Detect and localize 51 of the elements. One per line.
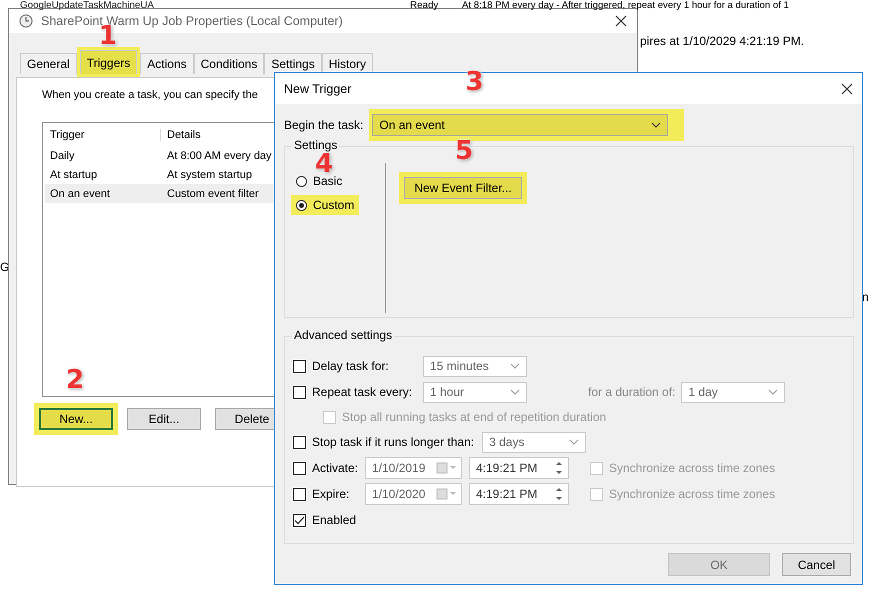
checkbox-option[interactable]: Repeat task every: xyxy=(293,385,423,399)
step-number: 2 xyxy=(66,367,84,393)
tab[interactable]: Triggers xyxy=(80,50,138,74)
dropdown[interactable]: 1 day xyxy=(681,382,786,402)
checkbox-option[interactable]: Activate: xyxy=(293,461,365,475)
dropdown[interactable]: 15 minutes xyxy=(423,356,527,376)
task-triggers: At 8:18 PM every day - After triggered, repeat every 1 hour for a duration of 1 xyxy=(462,0,789,11)
time-field[interactable]: 4:19:21 PM xyxy=(469,457,569,479)
step-number: 3 xyxy=(465,69,484,95)
list-text: n xyxy=(862,290,869,304)
column-header[interactable]: Details xyxy=(161,129,201,141)
dialog-button[interactable]: Cancel xyxy=(782,553,851,576)
chevron-down-icon xyxy=(510,389,520,395)
intro-text: When you create a task, you can specify the xyxy=(42,89,258,101)
time-field[interactable]: 4:19:21 PM xyxy=(469,483,569,505)
field-label: Begin the task: xyxy=(284,118,364,132)
tab[interactable]: Actions xyxy=(140,53,194,74)
checkbox-option[interactable]: Expire: xyxy=(293,487,365,501)
close-icon[interactable] xyxy=(615,15,627,27)
dialog-button[interactable]: Edit... xyxy=(127,408,201,430)
group-label: Advanced settings xyxy=(292,328,394,342)
tab[interactable]: Conditions xyxy=(194,53,264,74)
step-number: 5 xyxy=(455,138,474,164)
field-label: for a duration of: xyxy=(588,385,676,399)
group-label: Settings xyxy=(292,138,340,152)
date-field[interactable]: 1/10/2019 xyxy=(365,457,462,479)
chevron-down-icon xyxy=(651,122,662,128)
begin-dropdown[interactable]: On an event xyxy=(372,114,668,136)
checkbox-option[interactable]: Stop task if it runs longer than: xyxy=(293,435,482,449)
date-field[interactable]: 1/10/2020 xyxy=(365,483,462,505)
tab[interactable]: General xyxy=(20,53,77,74)
window-title: New Trigger xyxy=(284,82,352,96)
step-number: 4 xyxy=(315,151,334,177)
dialog-button[interactable]: New... xyxy=(39,408,113,430)
close-icon[interactable] xyxy=(841,82,853,94)
tab[interactable]: Settings xyxy=(264,53,322,74)
checkbox-option[interactable]: Delay task for: xyxy=(293,359,423,373)
chevron-down-icon xyxy=(510,363,520,369)
column-header[interactable]: Trigger xyxy=(45,129,161,141)
dropdown[interactable]: 3 days xyxy=(482,432,586,452)
task-triggers: pires at 1/10/2029 4:21:19 PM. xyxy=(640,34,804,48)
radio-option[interactable]: Basic xyxy=(296,174,342,188)
task-name: GoogleUpdateTaskMachineUA xyxy=(20,0,154,11)
task-status: Ready xyxy=(410,0,438,11)
chevron-down-icon xyxy=(569,439,580,445)
new-event-filter-button[interactable]: New Event Filter... xyxy=(404,177,522,199)
clock-icon xyxy=(19,14,33,28)
dropdown[interactable]: 1 hour xyxy=(423,382,527,402)
checkmark-icon xyxy=(294,516,305,524)
chevron-down-icon xyxy=(768,389,778,395)
checkbox-option[interactable]: Enabled xyxy=(293,513,356,527)
